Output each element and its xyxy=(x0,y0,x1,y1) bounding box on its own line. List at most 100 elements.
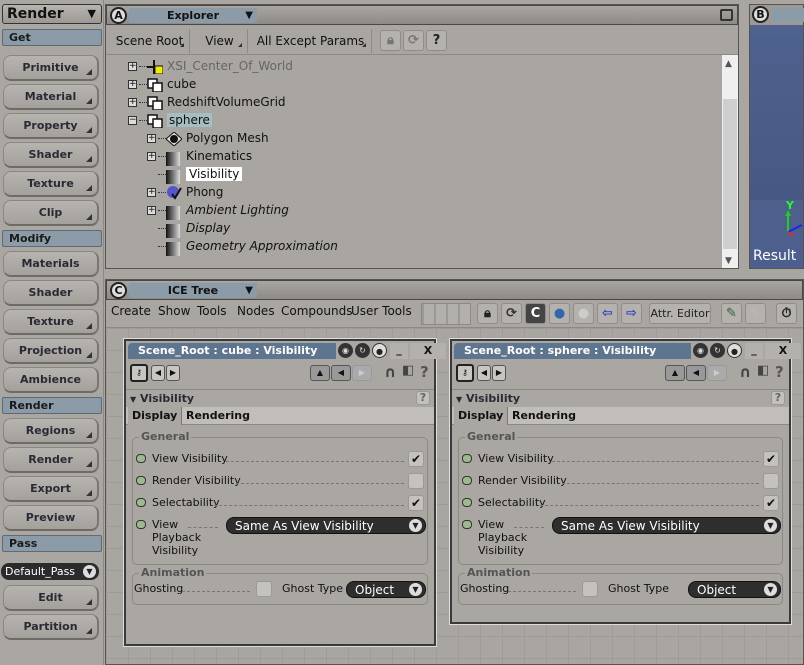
tree-node[interactable]: Display xyxy=(147,219,230,238)
tree-node[interactable]: + Phong xyxy=(147,183,223,201)
param-checkbox[interactable]: ✔ xyxy=(763,495,779,511)
toolbar-button-shader[interactable]: Shader xyxy=(3,280,99,306)
undo-icon[interactable]: ∩ xyxy=(384,363,396,381)
filter-button[interactable]: All Except Params xyxy=(250,29,372,53)
maximize-icon[interactable] xyxy=(720,9,733,21)
ghost-type-select[interactable]: Object ▼ xyxy=(688,581,781,598)
menu-nodes[interactable]: Nodes xyxy=(237,304,275,318)
apple-icon[interactable]: ● xyxy=(573,303,594,324)
timer-icon[interactable]: ⏱︎ xyxy=(776,303,797,324)
tab-display[interactable]: Display xyxy=(454,407,509,425)
section-header[interactable]: ▼ Visibility ? xyxy=(126,389,434,407)
playback-visibility-select[interactable]: Same As View Visibility ▼ xyxy=(226,517,426,534)
lock-icon[interactable]: 🔒︎ xyxy=(477,303,498,324)
lock-eye-icon[interactable]: ◉ xyxy=(693,343,708,358)
param-checkbox[interactable]: ✔ xyxy=(408,495,424,511)
recycle-icon[interactable]: ↻ xyxy=(355,343,370,358)
help-icon[interactable]: ? xyxy=(426,30,447,51)
animation-led-icon[interactable] xyxy=(462,520,472,529)
key-icon[interactable]: ⚷ xyxy=(130,364,148,382)
view-type-menu[interactable]: ICE Tree ▼ xyxy=(129,283,257,298)
view-type-menu[interactable]: Explorer ▼ xyxy=(129,8,257,23)
animation-led-icon[interactable] xyxy=(462,498,472,507)
toolbar-button-preview[interactable]: Preview xyxy=(3,505,99,531)
tab-display[interactable]: Display xyxy=(128,407,183,425)
tree-node[interactable]: − sphere xyxy=(128,111,212,129)
tree-node[interactable]: + Polygon Mesh xyxy=(147,129,269,147)
prev-icon[interactable]: ◀ xyxy=(477,365,491,381)
toolbar-button-ambience[interactable]: Ambience xyxy=(3,367,99,393)
toolbar-button-property[interactable]: Property xyxy=(3,113,99,139)
tree-node[interactable]: + XSI_Center_Of_World xyxy=(128,57,293,75)
menu-user-tools[interactable]: User Tools xyxy=(351,304,412,318)
keyhole-icon[interactable]: ● xyxy=(372,343,387,358)
collapse-icon[interactable]: − xyxy=(128,116,137,125)
tree-node[interactable]: + Ambient Lighting xyxy=(147,201,289,220)
param-checkbox[interactable]: ✔ xyxy=(763,451,779,467)
grip-handle[interactable] xyxy=(421,303,471,325)
expand-icon[interactable]: + xyxy=(147,206,156,215)
ghosting-checkbox[interactable] xyxy=(256,581,272,597)
view-letter-badge[interactable]: B xyxy=(752,6,769,23)
help-icon[interactable]: ? xyxy=(420,363,429,381)
panel-titlebar[interactable]: Scene_Root : sphere : Visibility ◉ ↻ ● _… xyxy=(454,343,801,361)
view-button[interactable]: View xyxy=(192,29,248,53)
scroll-up-icon[interactable]: ▲ xyxy=(725,59,732,69)
toolbar-button-projection[interactable]: Projection xyxy=(3,338,99,364)
ghosting-checkbox[interactable] xyxy=(582,581,598,597)
compound-icon[interactable]: C xyxy=(525,303,546,324)
close-button[interactable]: X xyxy=(410,343,446,359)
animation-led-icon[interactable] xyxy=(136,498,146,507)
tree-node[interactable]: + Kinematics xyxy=(147,147,252,166)
toolbar-button-partition[interactable]: Partition xyxy=(3,614,99,640)
toolbar-button-material[interactable]: Material xyxy=(3,84,99,110)
animation-led-icon[interactable] xyxy=(136,476,146,485)
pass-select[interactable]: Default_Pass ▼ xyxy=(1,563,99,580)
toolbar-button-regions[interactable]: Regions xyxy=(3,418,99,444)
scroll-down-icon[interactable]: ▼ xyxy=(725,256,732,266)
tab-rendering[interactable]: Rendering xyxy=(182,407,254,425)
section-header[interactable]: ▼ Visibility ? xyxy=(452,389,789,407)
scene-root-button[interactable]: Scene Root xyxy=(110,29,190,53)
edit-icon[interactable]: ✎ xyxy=(721,303,742,324)
undo-icon[interactable]: ∩ xyxy=(739,363,751,381)
close-button[interactable]: X xyxy=(765,343,801,359)
animation-led-icon[interactable] xyxy=(136,454,146,463)
expand-icon[interactable]: + xyxy=(147,188,156,197)
help-icon[interactable]: ? xyxy=(771,391,785,405)
help-icon[interactable]: ? xyxy=(775,363,784,381)
tree-node[interactable]: Geometry Approximation xyxy=(147,237,338,256)
lock-eye-icon[interactable]: ◉ xyxy=(338,343,353,358)
tab-rendering[interactable]: Rendering xyxy=(508,407,580,425)
help-icon[interactable]: ? xyxy=(416,391,430,405)
back-arrow-icon[interactable]: ⇦ xyxy=(597,303,618,324)
view-letter-badge[interactable]: A xyxy=(110,7,127,24)
playback-visibility-select[interactable]: Same As View Visibility ▼ xyxy=(552,517,781,534)
expand-icon[interactable]: + xyxy=(128,80,137,89)
preset-icon[interactable]: ◧ xyxy=(402,363,414,378)
arrow-right-icon[interactable]: ▶ xyxy=(707,365,727,381)
panel-titlebar[interactable]: Scene_Root : cube : Visibility ◉ ↻ ● _ X xyxy=(128,343,446,361)
toolbar-mode-select[interactable]: Render ▼ xyxy=(2,4,102,24)
expand-icon[interactable]: + xyxy=(128,62,137,71)
arrow-up-icon[interactable]: ▲ xyxy=(310,365,330,381)
key-icon[interactable]: ⚷ xyxy=(456,364,474,382)
menu-compounds[interactable]: Compounds xyxy=(281,304,352,318)
attr-editor-button[interactable]: Attr. Editor xyxy=(649,303,711,324)
view-letter-badge[interactable]: C xyxy=(110,282,127,299)
minimize-button[interactable]: _ xyxy=(745,343,763,359)
tree-node[interactable]: + cube xyxy=(128,75,196,93)
toolbar-button-texture[interactable]: Texture xyxy=(3,171,99,197)
refresh-icon[interactable]: ⟳ xyxy=(501,303,522,324)
expand-icon[interactable]: + xyxy=(147,152,156,161)
lock-icon[interactable]: 🔒︎ xyxy=(380,30,401,51)
tree-node[interactable]: + RedshiftVolumeGrid xyxy=(128,93,286,111)
next-icon[interactable]: ▶ xyxy=(492,365,506,381)
toolbar-button-clip[interactable]: Clip xyxy=(3,200,99,226)
toolbar-button-export[interactable]: Export xyxy=(3,476,99,502)
ghost-type-select[interactable]: Object ▼ xyxy=(346,581,426,598)
globe-icon[interactable]: ● xyxy=(549,303,570,324)
animation-led-icon[interactable] xyxy=(136,520,146,529)
animation-led-icon[interactable] xyxy=(462,476,472,485)
tree-node[interactable]: Visibility xyxy=(147,165,243,184)
